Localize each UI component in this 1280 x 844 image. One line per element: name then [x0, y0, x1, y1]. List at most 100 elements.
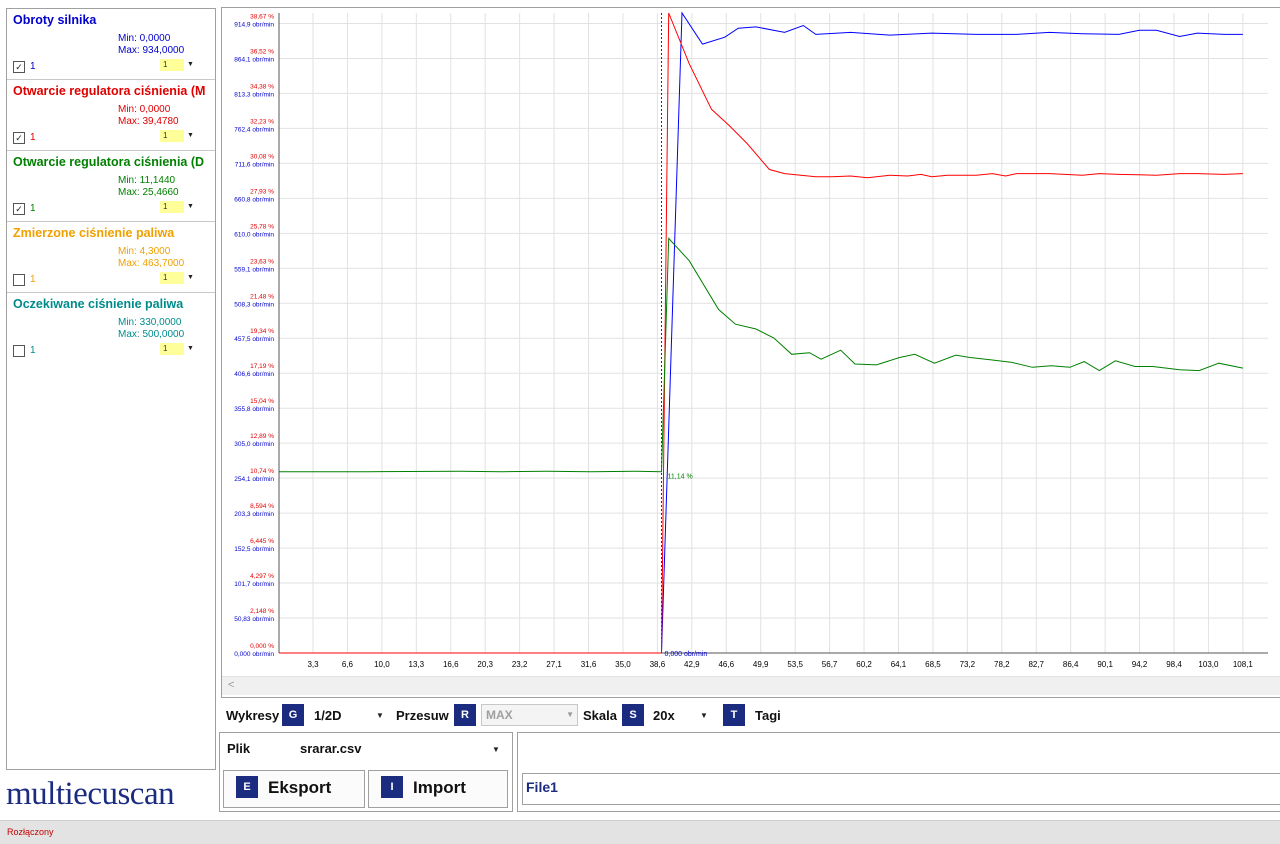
app-logo: multiecuscan: [6, 776, 175, 812]
channel-min: Min: 4,3000: [118, 246, 171, 257]
channel-title: Otwarcie regulatora ciśnienia (M: [13, 84, 206, 98]
channel-scale-select[interactable]: 1 ▼: [160, 59, 196, 71]
export-button[interactable]: E Eksport: [223, 770, 365, 808]
scroll-left-icon[interactable]: <: [228, 679, 234, 691]
y-tick-label-rpm: 0,000 obr/min: [234, 651, 274, 658]
channel-min: Min: 0,0000: [118, 33, 171, 44]
x-tick-label: 73,2: [960, 660, 976, 669]
x-tick-label: 64,1: [891, 660, 907, 669]
channel-list: Obroty silnika Min: 0,0000 Max: 934,0000…: [6, 8, 216, 770]
chart-area[interactable]: 3,3 6,6 10,0 13,3 16,6 20,3 23,2 27,1 31,6 35,0 38…: [221, 7, 1280, 698]
horizontal-scrollbar[interactable]: <: [222, 676, 1280, 695]
chart-svg: 3,3 6,6 10,0 13,3 16,6 20,3 23,2 27,1 31,6 35,0 38…: [234, 11, 1268, 669]
y-tick-label-pct: 19,34 %: [250, 328, 274, 335]
channel-scale-select[interactable]: 1 ▼: [160, 343, 196, 355]
x-tick-label: 82,7: [1028, 660, 1044, 669]
channel-number: 1: [30, 274, 36, 285]
chevron-down-icon[interactable]: ▼: [492, 745, 500, 754]
chevron-down-icon[interactable]: ▼: [374, 711, 386, 720]
y-tick-label-pct: 34,38 %: [250, 83, 274, 90]
chevron-down-icon[interactable]: ▼: [185, 272, 196, 284]
y-tick-label-rpm: 610,0 obr/min: [234, 231, 274, 238]
channel-number: 1: [30, 203, 36, 214]
przesuw-select[interactable]: MAX ▼: [481, 704, 578, 726]
y-tick-label-rpm: 711,6 obr/min: [235, 161, 275, 168]
channel-item-otwarcie-d[interactable]: Otwarcie regulatora ciśnienia (D Min: 11…: [7, 151, 215, 222]
channel-title: Zmierzone ciśnienie paliwa: [13, 226, 175, 240]
skala-key-button[interactable]: S: [622, 704, 644, 726]
y-tick-label-rpm: 508,3 obr/min: [234, 301, 274, 308]
chevron-down-icon[interactable]: ▼: [566, 710, 574, 719]
x-tick-label: 90,1: [1097, 660, 1113, 669]
x-tick-label: 27,1: [546, 660, 562, 669]
tagi-key-button[interactable]: T: [723, 704, 745, 726]
channel-max: Max: 934,0000: [118, 45, 185, 56]
channel-item-otwarcie-m[interactable]: Otwarcie regulatora ciśnienia (M Min: 0,…: [7, 80, 215, 151]
y-tick-label-pct: 8,594 %: [250, 503, 274, 510]
channel-checkbox[interactable]: ✓: [13, 132, 25, 144]
przesuw-key-button[interactable]: R: [454, 704, 476, 726]
channel-checkbox[interactable]: [13, 345, 25, 357]
wykresy-value[interactable]: 1/2D: [314, 708, 341, 723]
channel-min: Min: 330,0000: [118, 317, 182, 328]
channel-max: Max: 500,0000: [118, 329, 185, 340]
przesuw-label: Przesuw: [396, 708, 449, 723]
import-label: Import: [413, 778, 466, 797]
channel-max: Max: 39,4780: [118, 116, 179, 127]
y-tick-label-rpm: 457,5 obr/min: [234, 336, 274, 343]
y-tick-label-rpm: 152,5 obr/min: [234, 546, 274, 553]
chevron-down-icon[interactable]: ▼: [185, 130, 196, 142]
wykresy-key-button[interactable]: G: [282, 704, 304, 726]
y-tick-label-rpm: 813,3 obr/min: [234, 91, 274, 98]
chevron-down-icon[interactable]: ▼: [185, 59, 196, 71]
channel-scale-select[interactable]: 1 ▼: [160, 272, 196, 284]
file-tab[interactable]: File1: [522, 773, 1280, 805]
channel-item-oczekiwane[interactable]: Oczekiwane ciśnienie paliwa Min: 330,000…: [7, 293, 215, 363]
y-tick-label-rpm: 660,8 obr/min: [234, 196, 274, 203]
y-tick-label-pct: 0,000 %: [250, 643, 274, 650]
channel-scale-value: 1: [160, 59, 184, 71]
y-tick-label-pct: 12,89 %: [250, 433, 274, 440]
x-tick-label: 60,2: [856, 660, 872, 669]
chevron-down-icon[interactable]: ▼: [185, 201, 196, 213]
y-tick-label-rpm: 101,7 obr/min: [234, 581, 274, 588]
skala-value[interactable]: 20x: [653, 708, 675, 723]
x-tick-label: 13,3: [409, 660, 425, 669]
channel-scale-select[interactable]: 1 ▼: [160, 130, 196, 142]
channel-scale-value: 1: [160, 130, 184, 142]
tagi-label[interactable]: Tagi: [755, 708, 781, 723]
cursor-value-green: 11,14 %: [668, 474, 693, 481]
file-select-value[interactable]: srarar.csv: [300, 741, 361, 756]
x-tick-label: 23,2: [512, 660, 528, 669]
x-tick-label: 42,9: [684, 660, 700, 669]
export-key-badge: E: [236, 776, 258, 798]
y-tick-label-pct: 25,78 %: [250, 223, 274, 230]
x-tick-label: 6,6: [342, 660, 354, 669]
chevron-down-icon[interactable]: ▼: [698, 711, 710, 720]
channel-item-zmierzone[interactable]: Zmierzone ciśnienie paliwa Min: 4,3000 M…: [7, 222, 215, 293]
x-tick-label: 3,3: [307, 660, 319, 669]
y-tick-label-pct: 17,19 %: [250, 363, 274, 370]
channel-checkbox[interactable]: [13, 274, 25, 286]
x-tick-label: 38,6: [650, 660, 666, 669]
import-button[interactable]: I Import: [368, 770, 508, 808]
x-tick-label: 31,6: [581, 660, 597, 669]
y-tick-label-rpm: 914,9 obr/min: [234, 21, 274, 28]
x-tick-label: 16,6: [443, 660, 459, 669]
channel-item-obroty[interactable]: Obroty silnika Min: 0,0000 Max: 934,0000…: [7, 9, 215, 80]
x-tick-label: 86,4: [1063, 660, 1079, 669]
file-tab-label: File1: [526, 779, 558, 795]
channel-scale-select[interactable]: 1 ▼: [160, 201, 196, 213]
y-tick-label-rpm: 864,1 obr/min: [234, 56, 274, 63]
x-tick-label: 94,2: [1132, 660, 1148, 669]
y-tick-label-rpm: 203,3 obr/min: [234, 511, 274, 518]
channel-scale-value: 1: [160, 201, 184, 213]
y-tick-label-rpm: 559,1 obr/min: [234, 266, 274, 273]
channel-scale-value: 1: [160, 343, 184, 355]
x-tick-label: 53,5: [787, 660, 803, 669]
channel-checkbox[interactable]: ✓: [13, 61, 25, 73]
chevron-down-icon[interactable]: ▼: [185, 343, 196, 355]
y-tick-label-rpm: 254,1 obr/min: [234, 476, 274, 483]
channel-checkbox[interactable]: ✓: [13, 203, 25, 215]
channel-number: 1: [30, 61, 36, 72]
